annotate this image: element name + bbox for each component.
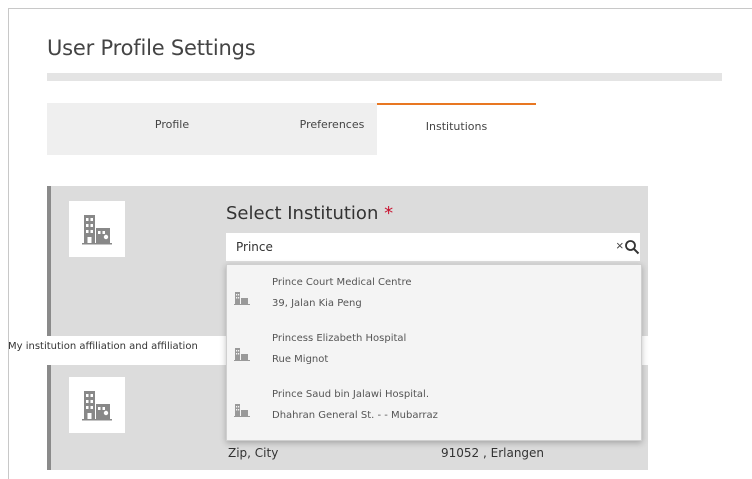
select-institution-text: Select Institution	[226, 203, 379, 224]
affiliation-text: My institution affiliation and affiliati…	[8, 341, 198, 352]
suggestion-address: Dhahran General St. - - Mubarraz	[272, 410, 438, 421]
suggestion-name: Princess Elizabeth Hospital	[272, 333, 407, 344]
institution-search-input[interactable]	[226, 233, 596, 261]
suggestion-address: 39, Jalan Kia Peng	[272, 298, 362, 309]
search-icon[interactable]	[624, 239, 640, 255]
suggestion-item[interactable]: Prince Court Medical Centre 39, Jalan Ki…	[227, 269, 641, 325]
tab-profile[interactable]: Profile	[107, 103, 237, 145]
tab-bar: Profile Preferences Institutions	[47, 103, 536, 155]
building-icon	[234, 292, 250, 305]
select-institution-label: Select Institution *	[226, 203, 393, 224]
building-icon	[69, 201, 125, 257]
building-icon	[69, 377, 125, 433]
zip-city-label: Zip, City	[228, 446, 279, 460]
suggestion-item[interactable]: Prince Saud bin Jalawi Hospital. Dhahran…	[227, 381, 641, 437]
suggestion-address: Rue Mignot	[272, 354, 329, 365]
title-divider	[47, 73, 722, 81]
required-marker: *	[384, 203, 394, 224]
page-title: User Profile Settings	[47, 36, 256, 60]
institution-search-box: ×	[226, 233, 640, 261]
tab-preferences[interactable]: Preferences	[272, 103, 392, 145]
tab-institutions[interactable]: Institutions	[377, 103, 536, 155]
suggestion-name: Prince Court Medical Centre	[272, 277, 412, 288]
zip-city-value: 91052 , Erlangen	[441, 446, 545, 460]
building-icon	[234, 404, 250, 417]
suggestion-item[interactable]: Princess Elizabeth Hospital Rue Mignot	[227, 325, 641, 381]
institution-suggestions: Prince Court Medical Centre 39, Jalan Ki…	[226, 264, 642, 441]
close-icon[interactable]: ×	[616, 239, 624, 253]
building-icon	[234, 348, 250, 361]
suggestion-name: Prince Saud bin Jalawi Hospital.	[272, 389, 429, 400]
